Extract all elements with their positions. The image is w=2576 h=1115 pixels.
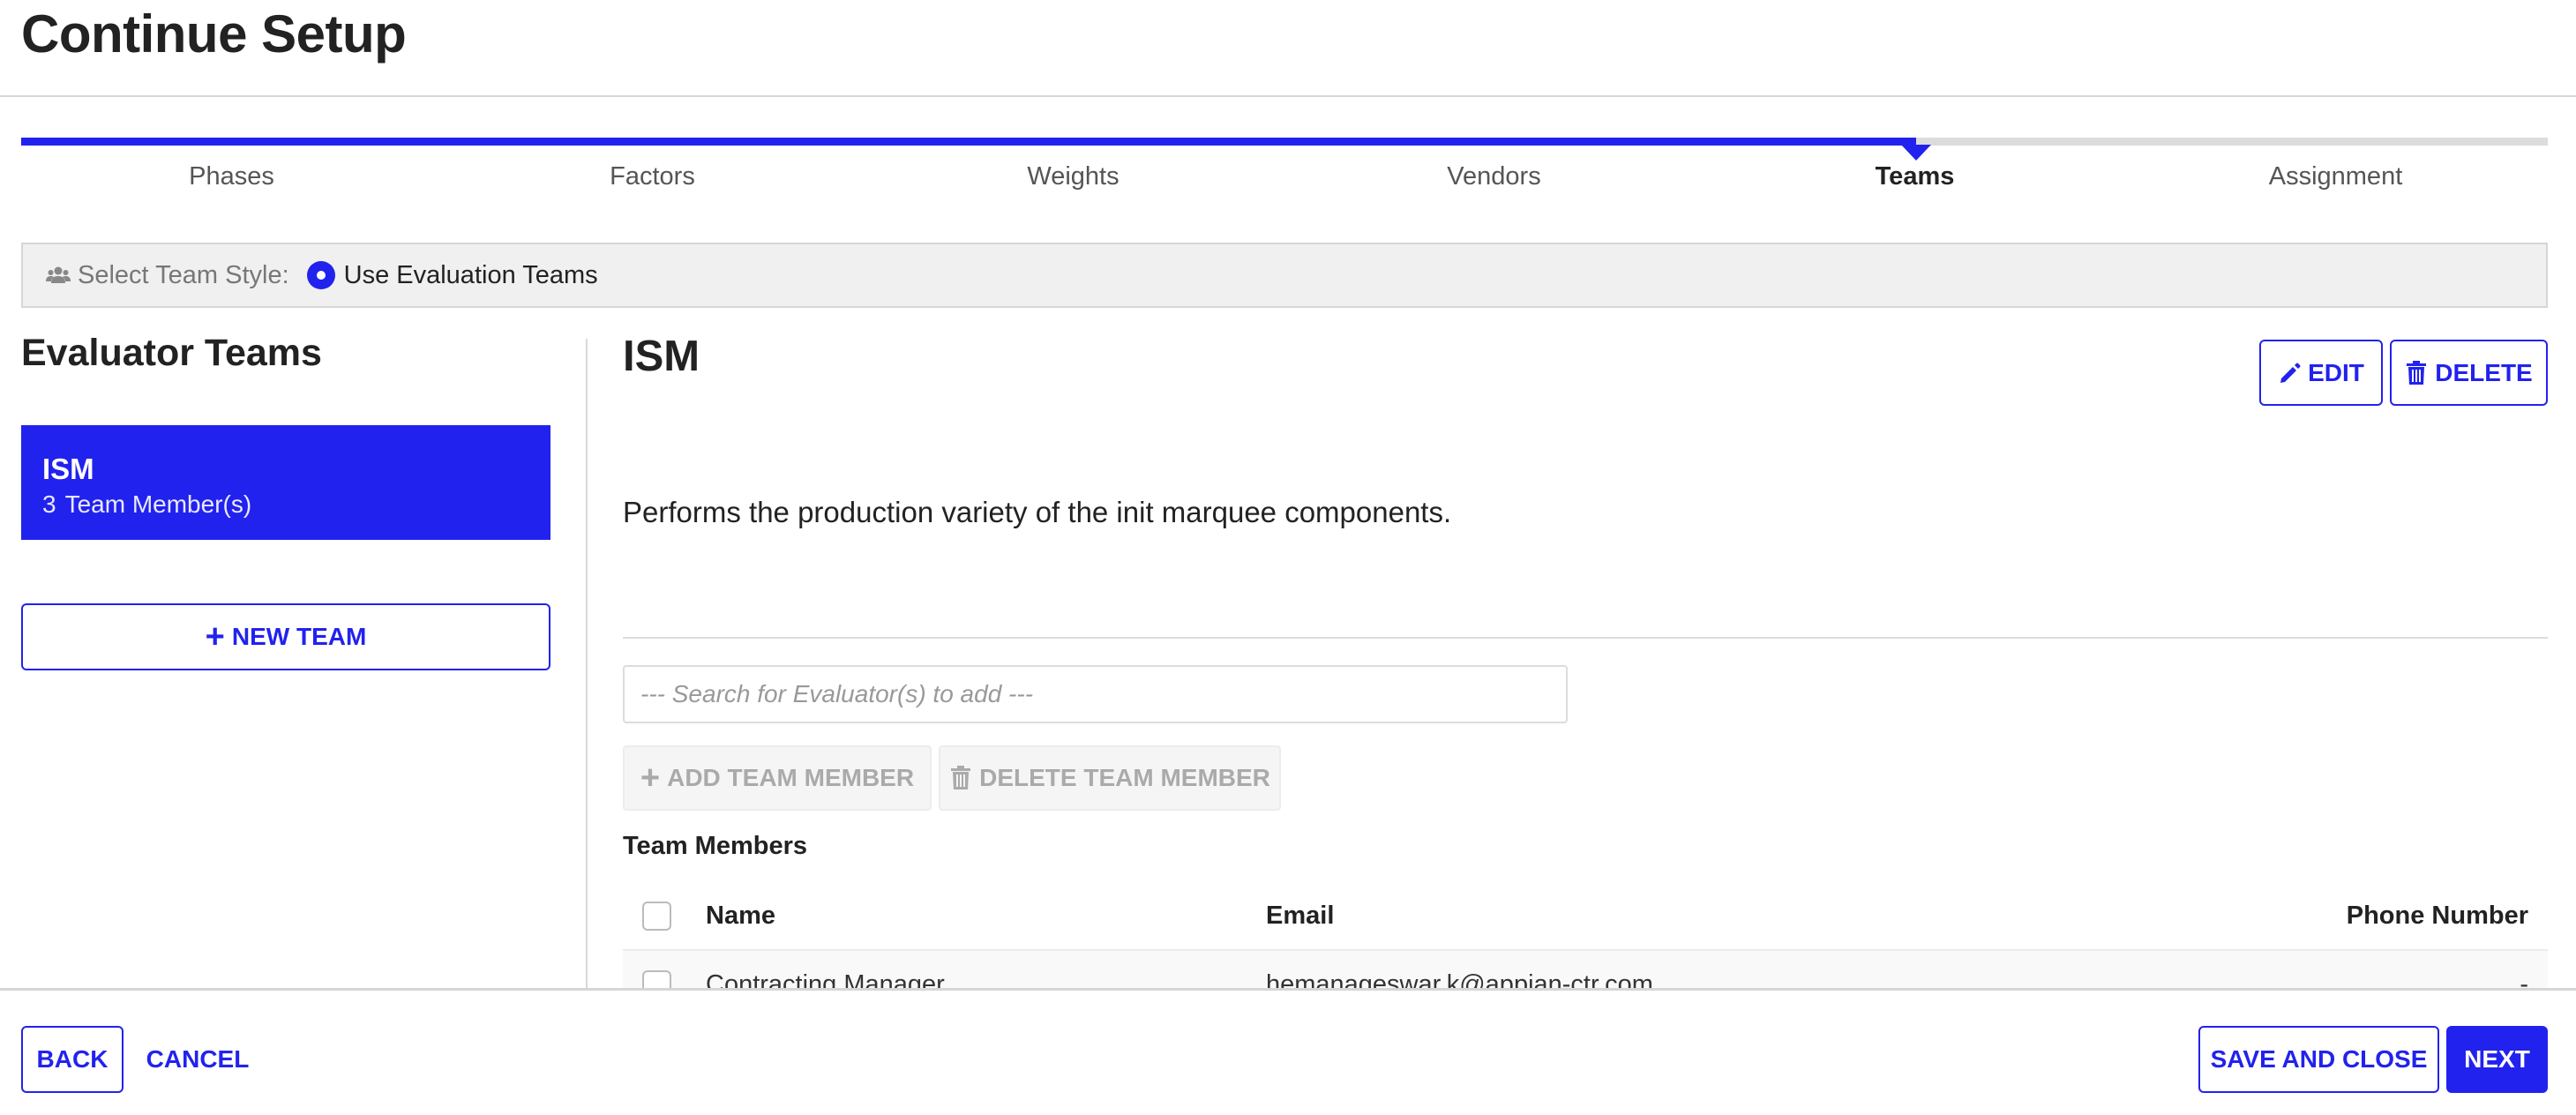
team-list-item[interactable]: ISM 3 Team Member(s) — [21, 425, 550, 540]
step-teams[interactable]: Teams — [1704, 162, 2125, 191]
team-style-radio[interactable] — [306, 261, 335, 289]
team-name: ISM — [42, 453, 94, 485]
step-phases[interactable]: Phases — [21, 162, 442, 191]
pencil-icon — [2280, 363, 2301, 383]
plus-icon: + — [205, 618, 225, 655]
team-member-count: 3 Team Member(s) — [42, 490, 529, 519]
add-team-member-button[interactable]: + ADD TEAM MEMBER — [623, 745, 932, 811]
stepper-progress — [21, 138, 1916, 146]
team-style-bar: Select Team Style: Use Evaluation Teams — [21, 243, 2548, 308]
team-style-label: Select Team Style: — [78, 260, 289, 289]
delete-team-button[interactable]: DELETE — [2390, 340, 2548, 406]
title-divider — [0, 95, 2576, 97]
users-icon — [46, 266, 71, 283]
step-assignment[interactable]: Assignment — [2125, 162, 2546, 191]
select-all-checkbox[interactable] — [642, 901, 671, 931]
member-count-value: 3 — [42, 490, 56, 518]
radio-selected-dot — [316, 271, 326, 280]
team-style-option-label[interactable]: Use Evaluation Teams — [344, 261, 598, 290]
trash-icon — [951, 766, 971, 789]
trash-icon — [2407, 360, 2427, 385]
table-header: Name Email Phone Number — [623, 882, 2548, 949]
step-vendors[interactable]: Vendors — [1284, 162, 1704, 191]
column-header-email[interactable]: Email — [1266, 902, 1334, 931]
delete-member-label: DELETE TEAM MEMBER — [979, 764, 1270, 791]
footer-bar: BACK CANCEL SAVE AND CLOSE NEXT — [0, 988, 2576, 1115]
evaluator-teams-heading: Evaluator Teams — [21, 332, 322, 374]
new-team-label: NEW TEAM — [231, 623, 367, 650]
wizard-stepper: Phases Factors Weights Vendors Teams Ass… — [21, 138, 2548, 208]
section-divider — [623, 637, 2548, 639]
step-weights[interactable]: Weights — [863, 162, 1284, 191]
edit-label: EDIT — [2308, 358, 2364, 386]
back-button[interactable]: BACK — [21, 1026, 124, 1093]
new-team-button[interactable]: + NEW TEAM — [21, 603, 550, 670]
cancel-button[interactable]: CANCEL — [136, 1026, 259, 1093]
delete-label: DELETE — [2435, 358, 2533, 386]
stepper-current-caret-icon — [1901, 145, 1931, 161]
save-and-close-button[interactable]: SAVE AND CLOSE — [2198, 1026, 2439, 1093]
column-header-phone[interactable]: Phone Number — [2347, 902, 2528, 931]
column-divider — [586, 339, 588, 988]
member-count-label: Team Member(s) — [64, 490, 252, 518]
edit-team-button[interactable]: EDIT — [2259, 340, 2383, 406]
next-button[interactable]: NEXT — [2446, 1026, 2548, 1093]
step-factors[interactable]: Factors — [442, 162, 863, 191]
evaluator-search-input[interactable] — [623, 665, 1568, 723]
page-title: Continue Setup — [21, 4, 407, 64]
team-members-heading: Team Members — [623, 832, 807, 860]
column-header-name[interactable]: Name — [706, 902, 775, 931]
delete-team-member-button[interactable]: DELETE TEAM MEMBER — [939, 745, 1281, 811]
add-member-label: ADD TEAM MEMBER — [667, 764, 915, 791]
plus-icon: + — [640, 760, 661, 797]
team-detail-title: ISM — [623, 333, 700, 380]
team-description: Performs the production variety of the i… — [623, 496, 1452, 528]
